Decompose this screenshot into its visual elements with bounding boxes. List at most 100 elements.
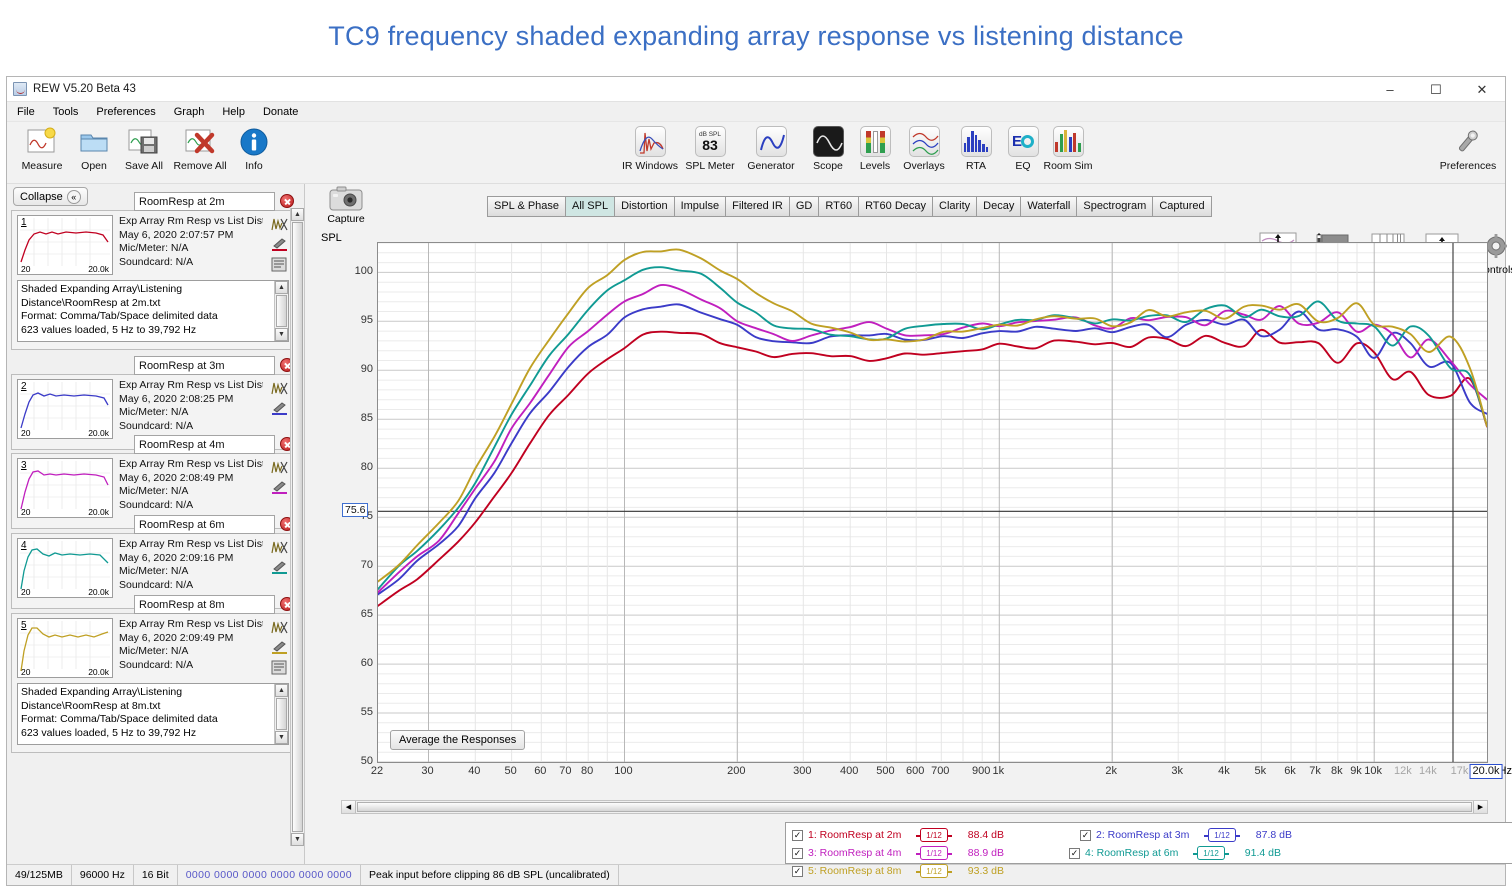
legend-smoothing-2[interactable]: 1/12 [1204,828,1240,842]
tab-distortion[interactable]: Distortion [615,197,675,216]
x-tick-14k: 14k [1419,765,1437,777]
measurement-thumbnail-4[interactable]: 4 20 20.0k [17,538,113,598]
toolbar-remove-all-button[interactable]: Remove All [169,125,231,172]
notes-scrollbar-5[interactable]: ▲ ▼ [274,684,288,744]
measurement-card-1[interactable]: RoomResp at 2m 1 20 20.0k Exp Array Rm R… [11,191,295,350]
measurements-scroll-thumb[interactable] [292,222,303,832]
measurement-notes-5[interactable]: Shaded Expanding Array\Listening Distanc… [17,683,289,745]
legend-item-4[interactable]: 4: RoomResp at 6m 1/12 91.4 dB [1069,844,1357,862]
legend-smoothing-5[interactable]: 1/12 [916,864,952,878]
legend-smoothing-1[interactable]: 1/12 [916,828,952,842]
hscroll-right-arrow[interactable]: ▶ [1473,801,1487,813]
ir-window-icon-3[interactable] [270,460,288,475]
hscroll-thumb[interactable] [357,802,1472,812]
trace-color-icon-2[interactable] [271,401,288,416]
measurement-name-1[interactable]: RoomResp at 2m [134,191,275,211]
tab-filtered-ir[interactable]: Filtered IR [726,197,790,216]
hscroll-left-arrow[interactable]: ◀ [342,801,356,813]
ir-window-icon-5[interactable] [270,620,288,635]
toolbar-spl-meter-button[interactable]: dB SPL 83 SPL Meter [679,125,741,172]
graph-horizontal-scrollbar[interactable]: ◀ ▶ [341,800,1488,814]
notes-icon-1[interactable] [271,257,288,272]
toolbar-generator-button[interactable]: Generator [740,125,802,172]
legend-smoothing-4[interactable]: 1/12 [1193,846,1229,860]
menu-preferences[interactable]: Preferences [94,105,157,119]
notes-scrollbar-1[interactable]: ▲ ▼ [274,281,288,341]
tab-spectrogram[interactable]: Spectrogram [1077,197,1154,216]
average-responses-button[interactable]: Average the Responses [390,730,526,750]
tab-spl-phase[interactable]: SPL & Phase [488,197,567,216]
measurement-name-5[interactable]: RoomResp at 8m [134,594,275,614]
legend-checkbox-1[interactable] [792,829,803,841]
legend-checkbox-5[interactable] [792,865,803,877]
menu-help[interactable]: Help [220,105,247,119]
notes-scroll-down-5[interactable]: ▼ [275,731,288,744]
menu-graph[interactable]: Graph [172,105,207,119]
measurement-thumbnail-5[interactable]: 5 20 20.0k [17,618,113,678]
legend-item-1[interactable]: 1: RoomResp at 2m 1/12 88.4 dB [792,826,1080,844]
tab-captured[interactable]: Captured [1153,197,1211,216]
capture-button[interactable]: Capture [317,186,375,225]
measure-icon [24,125,60,158]
tab-decay[interactable]: Decay [977,197,1022,216]
legend-checkbox-4[interactable] [1069,847,1080,859]
toolbar-info-button[interactable]: Info [223,125,285,172]
legend-smoothing-3[interactable]: 1/12 [916,846,952,860]
menu-tools[interactable]: Tools [51,105,81,119]
legend-checkbox-2[interactable] [1080,829,1091,841]
trace-color-icon-3[interactable] [271,480,288,495]
tab-rt60[interactable]: RT60 [819,197,860,216]
tab-all-spl[interactable]: All SPL [566,197,616,216]
delete-measurement-1-button[interactable] [280,194,294,208]
measurement-name-3[interactable]: RoomResp at 4m [134,434,275,454]
toolbar-preferences-button[interactable]: Preferences [1437,125,1499,172]
legend-item-3[interactable]: 3: RoomResp at 4m 1/12 88.9 dB [792,844,1069,862]
x-tick-9k: 9k [1350,765,1362,777]
y-tick-55: 55 [360,706,373,719]
ir-window-icon-1[interactable] [270,217,288,232]
x-axis-end-label[interactable]: 20.0k [1469,764,1503,779]
menu-donate[interactable]: Donate [261,105,300,119]
notes-scroll-up-5[interactable]: ▲ [275,684,288,697]
plot-area[interactable]: Average the Responses [377,242,1488,763]
toolbar-save-all-button[interactable]: Save All [113,125,175,172]
trace-color-icon-1[interactable] [271,237,288,252]
measurement-notes-line-5-0: Shaded Expanding Array\Listening [21,686,183,698]
ir-window-icon-4[interactable] [270,540,288,555]
toolbar-room-sim-button[interactable]: Room Sim [1037,125,1099,172]
notes-scroll-thumb-1[interactable] [276,295,287,327]
menu-file[interactable]: File [15,105,37,119]
minimize-button[interactable]: – [1367,77,1413,102]
tab-impulse[interactable]: Impulse [674,197,727,216]
measurement-thumbnail-2[interactable]: 2 20 20.0k [17,379,113,439]
legend-item-5[interactable]: 5: RoomResp at 8m 1/12 93.3 dB [792,862,1080,880]
tab-gd[interactable]: GD [789,197,820,216]
close-button[interactable]: ✕ [1459,77,1505,102]
measurement-thumbnail-1[interactable]: 1 20 20.0k [17,215,113,275]
collapse-button[interactable]: Collapse « [13,187,88,206]
toolbar-ir-windows-button[interactable]: IR Windows [619,125,681,172]
measurement-notes-1[interactable]: Shaded Expanding Array\Listening Distanc… [17,280,289,342]
notes-icon-5[interactable] [271,660,288,675]
trace-color-icon-5[interactable] [271,640,288,655]
trace-color-icon-4[interactable] [271,560,288,575]
tab-waterfall[interactable]: Waterfall [1021,197,1078,216]
notes-scroll-thumb-5[interactable] [276,698,287,730]
room-sim-icon [1050,125,1086,158]
measurement-thumbnail-3[interactable]: 3 20 20.0k [17,458,113,518]
ir-window-icon-2[interactable] [270,381,288,396]
legend-checkbox-3[interactable] [792,847,803,859]
measurement-name-4[interactable]: RoomResp at 6m [134,514,275,534]
measurement-name-2[interactable]: RoomResp at 3m [134,355,275,375]
tab-clarity[interactable]: Clarity [933,197,978,216]
measurements-scrollbar[interactable]: ▲ ▼ [290,208,304,846]
measurement-card-5[interactable]: RoomResp at 8m 5 20 20.0k Exp Array Rm R… [11,594,295,753]
measurement-tab-2: RoomResp at 3m [134,353,294,377]
notes-scroll-up-1[interactable]: ▲ [275,281,288,294]
tab-rt60-decay[interactable]: RT60 Decay [859,197,933,216]
measurements-scroll-up[interactable]: ▲ [291,208,304,221]
maximize-button[interactable]: ☐ [1413,77,1459,102]
notes-scroll-down-1[interactable]: ▼ [275,328,288,341]
measurements-scroll-down[interactable]: ▼ [291,833,304,846]
legend-item-2[interactable]: 2: RoomResp at 3m 1/12 87.8 dB [1080,826,1368,844]
